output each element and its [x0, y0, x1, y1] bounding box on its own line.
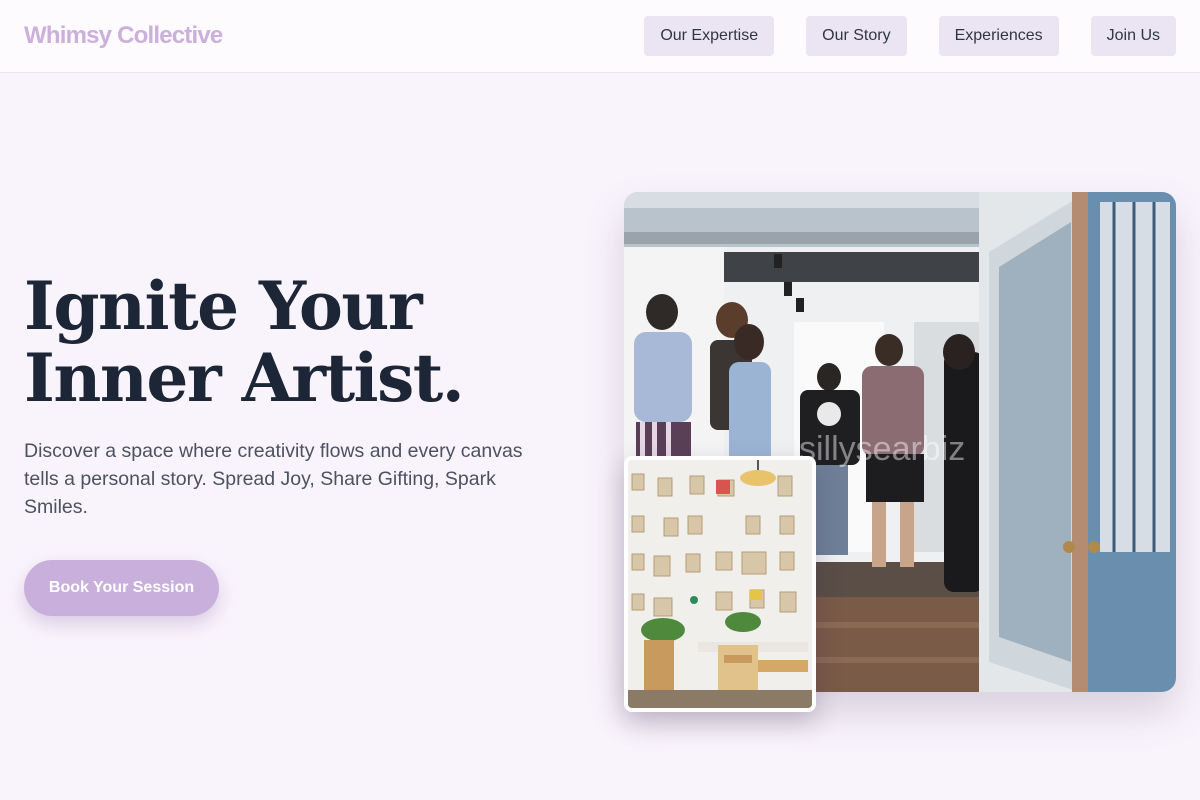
photo-watermark: sillysearbiz [799, 430, 965, 468]
hero-title-line-2: Inner Artist. [24, 339, 465, 417]
nav-join-us[interactable]: Join Us [1090, 16, 1176, 56]
nav-experiences[interactable]: Experiences [938, 16, 1059, 56]
book-session-button[interactable]: Book Your Session [24, 560, 219, 616]
nav-our-story[interactable]: Our Story [806, 16, 907, 56]
brand-logo[interactable]: Whimsy Collective [24, 22, 223, 50]
nav-our-expertise[interactable]: Our Expertise [644, 16, 775, 56]
site-header: Whimsy Collective Our Expertise Our Stor… [0, 0, 1200, 73]
hero-description: Discover a space where creativity flows … [24, 440, 523, 518]
hero-title-line-1: Ignite Your [24, 267, 423, 345]
studio-wall-photo [624, 456, 816, 712]
main-nav: Our Expertise Our Story Experiences Join… [644, 16, 1176, 56]
hero-title: Ignite Your Inner Artist. [24, 267, 465, 417]
